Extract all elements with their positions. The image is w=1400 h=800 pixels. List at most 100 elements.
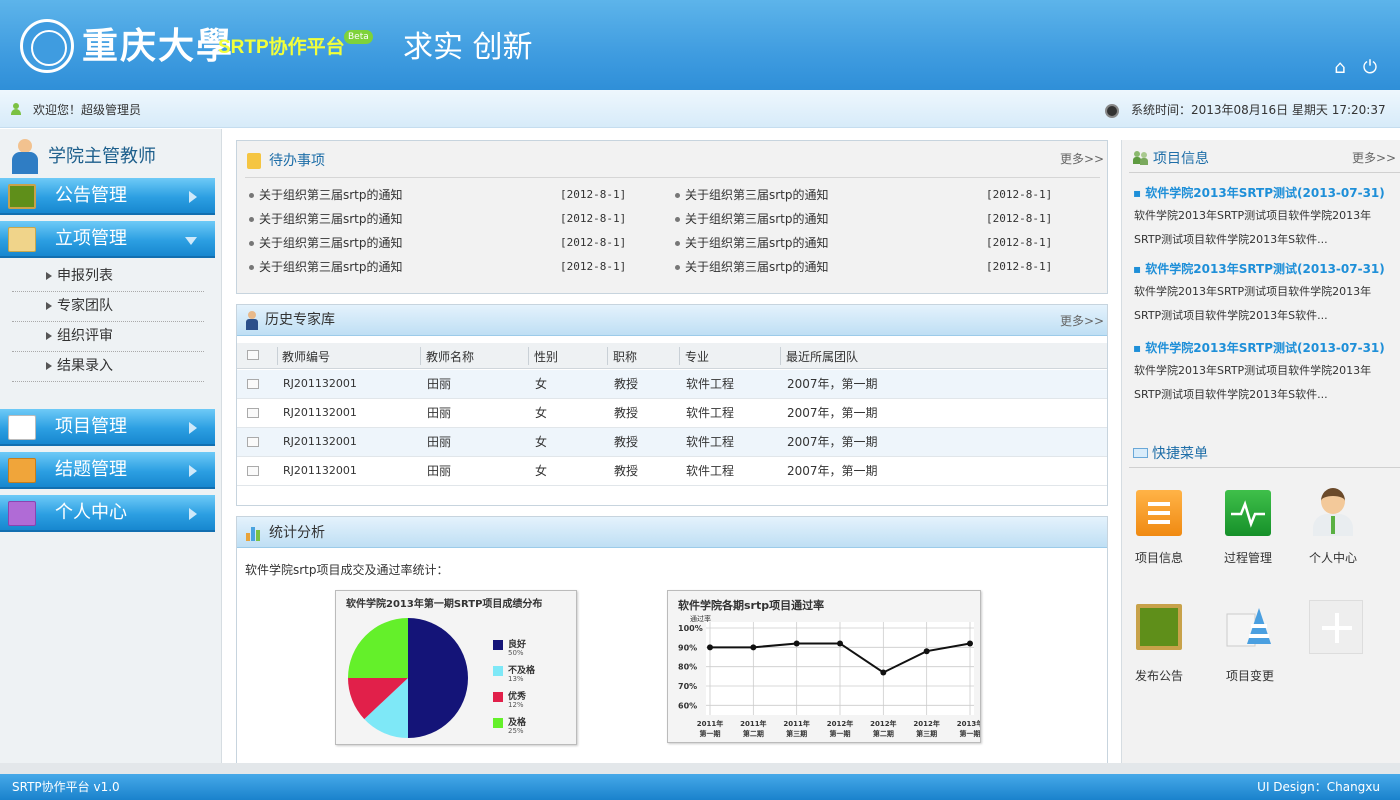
- column-header: 职称: [613, 350, 638, 364]
- select-all-checkbox[interactable]: [247, 350, 259, 360]
- submenu-expert-team[interactable]: 专家团队: [12, 292, 204, 322]
- title: 教授: [614, 377, 639, 391]
- table-row[interactable]: RJ201132001 田丽 女 教授 软件工程 2007年，第一期: [237, 428, 1107, 457]
- divider: [1129, 172, 1400, 173]
- quick-personal-center[interactable]: 个人中心: [1298, 486, 1368, 566]
- data-point: [880, 669, 887, 676]
- y-tick-label: 80%: [678, 663, 697, 672]
- todo-item[interactable]: 关于组织第三届srtp的通知: [675, 259, 829, 275]
- add-shortcut-button[interactable]: [1309, 600, 1363, 654]
- x-tick-label: 第三期: [916, 729, 937, 738]
- bullet-icon: [46, 362, 52, 370]
- submenu-label: 申报列表: [57, 268, 113, 284]
- menu-project-closing[interactable]: 结题管理: [0, 452, 215, 489]
- column-header: 最近所属团队: [786, 350, 859, 364]
- chevron-right-icon: [189, 191, 197, 203]
- teacher-id: RJ201132001: [283, 377, 357, 390]
- quick-process-management[interactable]: 过程管理: [1213, 490, 1283, 566]
- quick-publish-announcement[interactable]: 发布公告: [1124, 604, 1194, 684]
- legend-swatch: [493, 640, 503, 650]
- line-chart: 软件学院各期srtp项目通过率 通过率 100% 90% 80% 70% 60% 2011…: [667, 590, 981, 743]
- menu-project-management[interactable]: 项目管理: [0, 409, 215, 446]
- system-time: 系统时间：2013年08月16日 星期天 17:20:37: [1131, 103, 1386, 117]
- traffic-cone-icon: [1226, 604, 1273, 650]
- recent-team: 2007年，第一期: [787, 464, 878, 478]
- table-row[interactable]: RJ201132001 田丽 女 教授 软件工程 2007年，第一期: [237, 370, 1107, 399]
- project-title-link[interactable]: ▪ 软件学院2013年SRTP测试(2013-07-31): [1133, 340, 1385, 356]
- recent-team: 2007年，第一期: [787, 377, 878, 391]
- project-more-link[interactable]: 更多>>: [1352, 150, 1396, 166]
- todo-item[interactable]: 关于组织第三届srtp的通知: [249, 235, 403, 251]
- bottom-strip: [0, 763, 1400, 774]
- teacher-name: 田丽: [427, 406, 452, 420]
- submenu-label: 专家团队: [57, 298, 113, 314]
- quick-menu-title: 快捷菜单: [1152, 446, 1208, 462]
- footer-credit: UI Design：Changxu: [1257, 780, 1380, 794]
- home-icon[interactable]: ⌂: [1330, 58, 1350, 78]
- table-row[interactable]: RJ201132001 田丽 女 教授 软件工程 2007年，第一期: [237, 457, 1107, 486]
- row-checkbox[interactable]: [247, 379, 259, 389]
- teacher-id: RJ201132001: [283, 464, 357, 477]
- y-tick-label: 70%: [678, 682, 697, 691]
- title: 教授: [614, 406, 639, 420]
- legend-swatch: [493, 692, 503, 702]
- x-tick-label: 第二期: [873, 729, 894, 738]
- experts-more-link[interactable]: 更多>>: [1060, 313, 1104, 329]
- quick-project-change[interactable]: 项目变更: [1215, 604, 1285, 684]
- submenu-result-entry[interactable]: 结果录入: [12, 352, 204, 382]
- menu-personal-center[interactable]: 个人中心: [0, 495, 215, 532]
- quick-label: 个人中心: [1308, 551, 1357, 565]
- title: 教授: [614, 464, 639, 478]
- project-info-title: 项目信息: [1153, 151, 1209, 167]
- row-checkbox[interactable]: [247, 466, 259, 476]
- quick-project-info[interactable]: 项目信息: [1124, 490, 1194, 566]
- beta-badge: Beta: [344, 30, 373, 44]
- x-tick-label: 第一期: [960, 729, 981, 738]
- list-icon: [8, 415, 36, 440]
- menu-project-setup[interactable]: 立项管理: [0, 221, 215, 258]
- todo-more-link[interactable]: 更多>>: [1060, 151, 1104, 167]
- legend-percent: 25%: [508, 727, 524, 735]
- user-avatar-icon: [1308, 486, 1358, 536]
- todo-date: [2012-8-1]: [560, 212, 627, 225]
- divider: [245, 177, 1100, 178]
- teacher-id: RJ201132001: [283, 406, 357, 419]
- slogan: 求实 创新: [403, 30, 533, 65]
- x-tick-label: 2012年: [870, 719, 896, 728]
- stats-panel: 统计分析 软件学院srtp项目成交及通过率统计： 软件学院2013年第一期SRT…: [236, 516, 1108, 764]
- recent-team: 2007年，第一期: [787, 435, 878, 449]
- todo-item[interactable]: 关于组织第三届srtp的通知: [675, 187, 829, 203]
- todo-item[interactable]: 关于组织第三届srtp的通知: [675, 211, 829, 227]
- project-title-link[interactable]: ▪ 软件学院2013年SRTP测试(2013-07-31): [1133, 261, 1385, 277]
- power-icon[interactable]: ⏻: [1360, 58, 1380, 78]
- todo-item[interactable]: 关于组织第三届srtp的通知: [249, 187, 403, 203]
- menu-label: 项目管理: [55, 416, 127, 437]
- todo-title: 待办事项: [269, 153, 325, 169]
- welcome-text: 欢迎您！超级管理员: [33, 103, 142, 117]
- pie-chart: 软件学院2013年第一期SRTP项目成绩分布 良好 50% 不及格 13% 优秀 12% 及…: [335, 590, 577, 745]
- submenu-application-list[interactable]: 申报列表: [12, 262, 204, 292]
- row-checkbox[interactable]: [247, 408, 259, 418]
- bullet-icon: [46, 332, 52, 340]
- table-row[interactable]: RJ201132001 田丽 女 教授 软件工程 2007年，第一期: [237, 399, 1107, 428]
- submenu-review[interactable]: 组织评审: [12, 322, 204, 352]
- x-tick-label: 2012年: [913, 719, 939, 728]
- keyboard-icon: [1133, 448, 1148, 458]
- todo-item[interactable]: 关于组织第三届srtp的通知: [249, 211, 403, 227]
- menu-announcement[interactable]: 公告管理: [0, 178, 215, 215]
- footer: SRTP协作平台 v1.0 UI Design：Changxu: [0, 774, 1400, 800]
- todo-item[interactable]: 关于组织第三届srtp的通知: [675, 235, 829, 251]
- major: 软件工程: [686, 406, 735, 420]
- x-tick-label: 第二期: [743, 729, 764, 738]
- legend-percent: 50%: [508, 649, 524, 657]
- column-header: 专业: [685, 350, 710, 364]
- todo-panel: 待办事项 更多>> 关于组织第三届srtp的通知 [2012-8-1] 关于组织…: [236, 140, 1108, 294]
- user-icon: [10, 103, 22, 115]
- project-title-link[interactable]: ▪ 软件学院2013年SRTP测试(2013-07-31): [1133, 185, 1385, 201]
- quick-label: 项目信息: [1134, 551, 1183, 565]
- row-checkbox[interactable]: [247, 437, 259, 447]
- experts-title: 历史专家库: [265, 312, 335, 328]
- legend-swatch: [493, 666, 503, 676]
- column-header: 教师编号: [282, 350, 331, 364]
- todo-item[interactable]: 关于组织第三届srtp的通知: [249, 259, 403, 275]
